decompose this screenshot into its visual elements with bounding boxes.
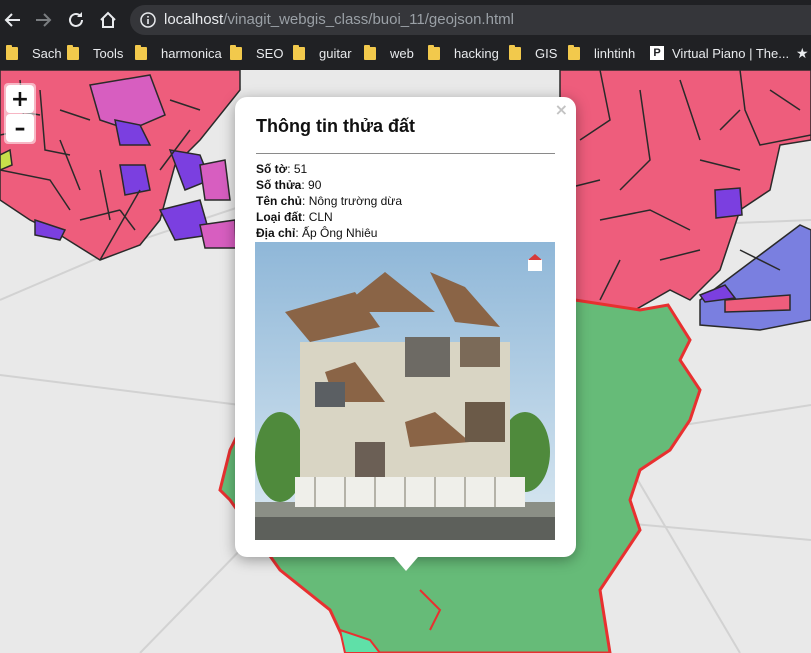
- bookmark-web[interactable]: web: [364, 43, 414, 63]
- info-row-dia-chi: Địa chỉ: Ấp Ông Nhiêu: [256, 226, 378, 240]
- reload-icon: [69, 12, 83, 27]
- bookmark-linhtinh[interactable]: linhtinh: [568, 43, 635, 63]
- bookmark-label: guitar: [319, 45, 352, 61]
- back-button[interactable]: [1, 8, 25, 32]
- info-row-so-to: Số tờ: 51: [256, 162, 308, 176]
- url-text: localhost/vinagit_webgis_class/buoi_11/g…: [164, 11, 514, 28]
- bookmark-label: Sach: [32, 45, 62, 61]
- bookmark-label: SEO: [256, 45, 284, 61]
- parcel-house-photo: [255, 242, 555, 540]
- url-host: localhost: [164, 11, 224, 28]
- folder-icon: [568, 44, 580, 60]
- bookmark-harmonica[interactable]: harmonica: [135, 43, 222, 63]
- info-value: 51: [293, 162, 308, 176]
- bookmark-seo[interactable]: SEO: [230, 43, 283, 63]
- folder-icon: [135, 44, 147, 60]
- info-value: Nông trường dừa: [308, 194, 403, 208]
- folder-icon: [293, 44, 305, 60]
- address-bar[interactable]: localhost/vinagit_webgis_class/buoi_11/g…: [130, 5, 811, 35]
- bookmark-label: linhtinh: [594, 45, 636, 61]
- folder-icon: [364, 44, 376, 60]
- parcel-cluster-left: [0, 70, 241, 261]
- url-path: /vinagit_webgis_class/buoi_11/geojson.ht…: [223, 11, 514, 28]
- popup-close-button[interactable]: ×: [555, 100, 568, 119]
- zoom-control: + –: [4, 83, 36, 144]
- popup-title: Thông tin thửa đất: [256, 116, 416, 136]
- info-value: Ấp Ông Nhiêu: [302, 226, 378, 240]
- info-row-so-thua: Số thửa: 90: [256, 178, 322, 192]
- bookmark-tools[interactable]: Tools: [67, 43, 123, 63]
- folder-icon: [509, 44, 521, 60]
- bookmarks-bar: Sach Tools harmonica SEO guitar web hack…: [0, 40, 811, 66]
- forward-button[interactable]: [31, 8, 55, 32]
- house-photo-image: [255, 242, 555, 540]
- popup-divider: [256, 153, 555, 154]
- browser-chrome: localhost/vinagit_webgis_class/buoi_11/g…: [0, 0, 811, 70]
- folder-icon: [67, 44, 79, 60]
- bookmark-sach[interactable]: Sach: [6, 43, 62, 63]
- zoom-in-button[interactable]: +: [6, 85, 34, 113]
- bookmark-label: Virtual Piano | The...: [672, 45, 790, 61]
- map-view[interactable]: + – × Thông tin thửa đất Số tờ: 51 Số th…: [0, 70, 811, 653]
- bookmark-virtual-piano[interactable]: P Virtual Piano | The...: [650, 43, 789, 63]
- piano-favicon-icon: P: [650, 46, 664, 60]
- home-button[interactable]: [96, 8, 120, 32]
- info-value: 90: [308, 178, 322, 192]
- bookmark-hacking[interactable]: hacking: [428, 43, 499, 63]
- folder-icon: [428, 44, 440, 60]
- reload-button[interactable]: [64, 8, 88, 32]
- parcel-cluster-right: [559, 70, 811, 331]
- bookmark-label: GIS: [535, 45, 558, 61]
- star-icon[interactable]: ★: [796, 43, 809, 63]
- folder-icon: [6, 44, 18, 60]
- info-label: Loại đất: [256, 210, 303, 224]
- info-label: Số tờ: [256, 162, 288, 176]
- popup-pointer: [394, 557, 418, 571]
- info-label: Số thửa: [256, 178, 302, 192]
- info-row-loai-dat: Loại đất: CLN: [256, 210, 333, 224]
- bookmark-label: web: [390, 45, 414, 61]
- info-row-ten-chu: Tên chủ: Nông trường dừa: [256, 194, 403, 208]
- parcel-info-list: Số tờ: 51 Số thửa: 90 Tên chủ: Nông trườ…: [256, 161, 402, 241]
- zoom-out-button[interactable]: –: [6, 114, 34, 142]
- arrow-right-icon: [36, 13, 52, 27]
- bookmark-label: harmonica: [161, 45, 222, 61]
- info-icon[interactable]: [140, 12, 156, 28]
- info-value: CLN: [308, 210, 333, 224]
- home-icon: [100, 11, 116, 28]
- bookmark-label: hacking: [454, 45, 499, 61]
- info-label: Tên chủ: [256, 194, 303, 208]
- info-label: Địa chỉ: [256, 226, 296, 240]
- arrow-left-icon: [4, 13, 20, 27]
- parcel-info-popup: × Thông tin thửa đất Số tờ: 51 Số thửa: …: [235, 97, 576, 557]
- bookmark-guitar[interactable]: guitar: [293, 43, 352, 63]
- folder-icon: [230, 44, 242, 60]
- bookmark-label: Tools: [93, 45, 124, 61]
- bookmark-gis[interactable]: GIS: [509, 43, 557, 63]
